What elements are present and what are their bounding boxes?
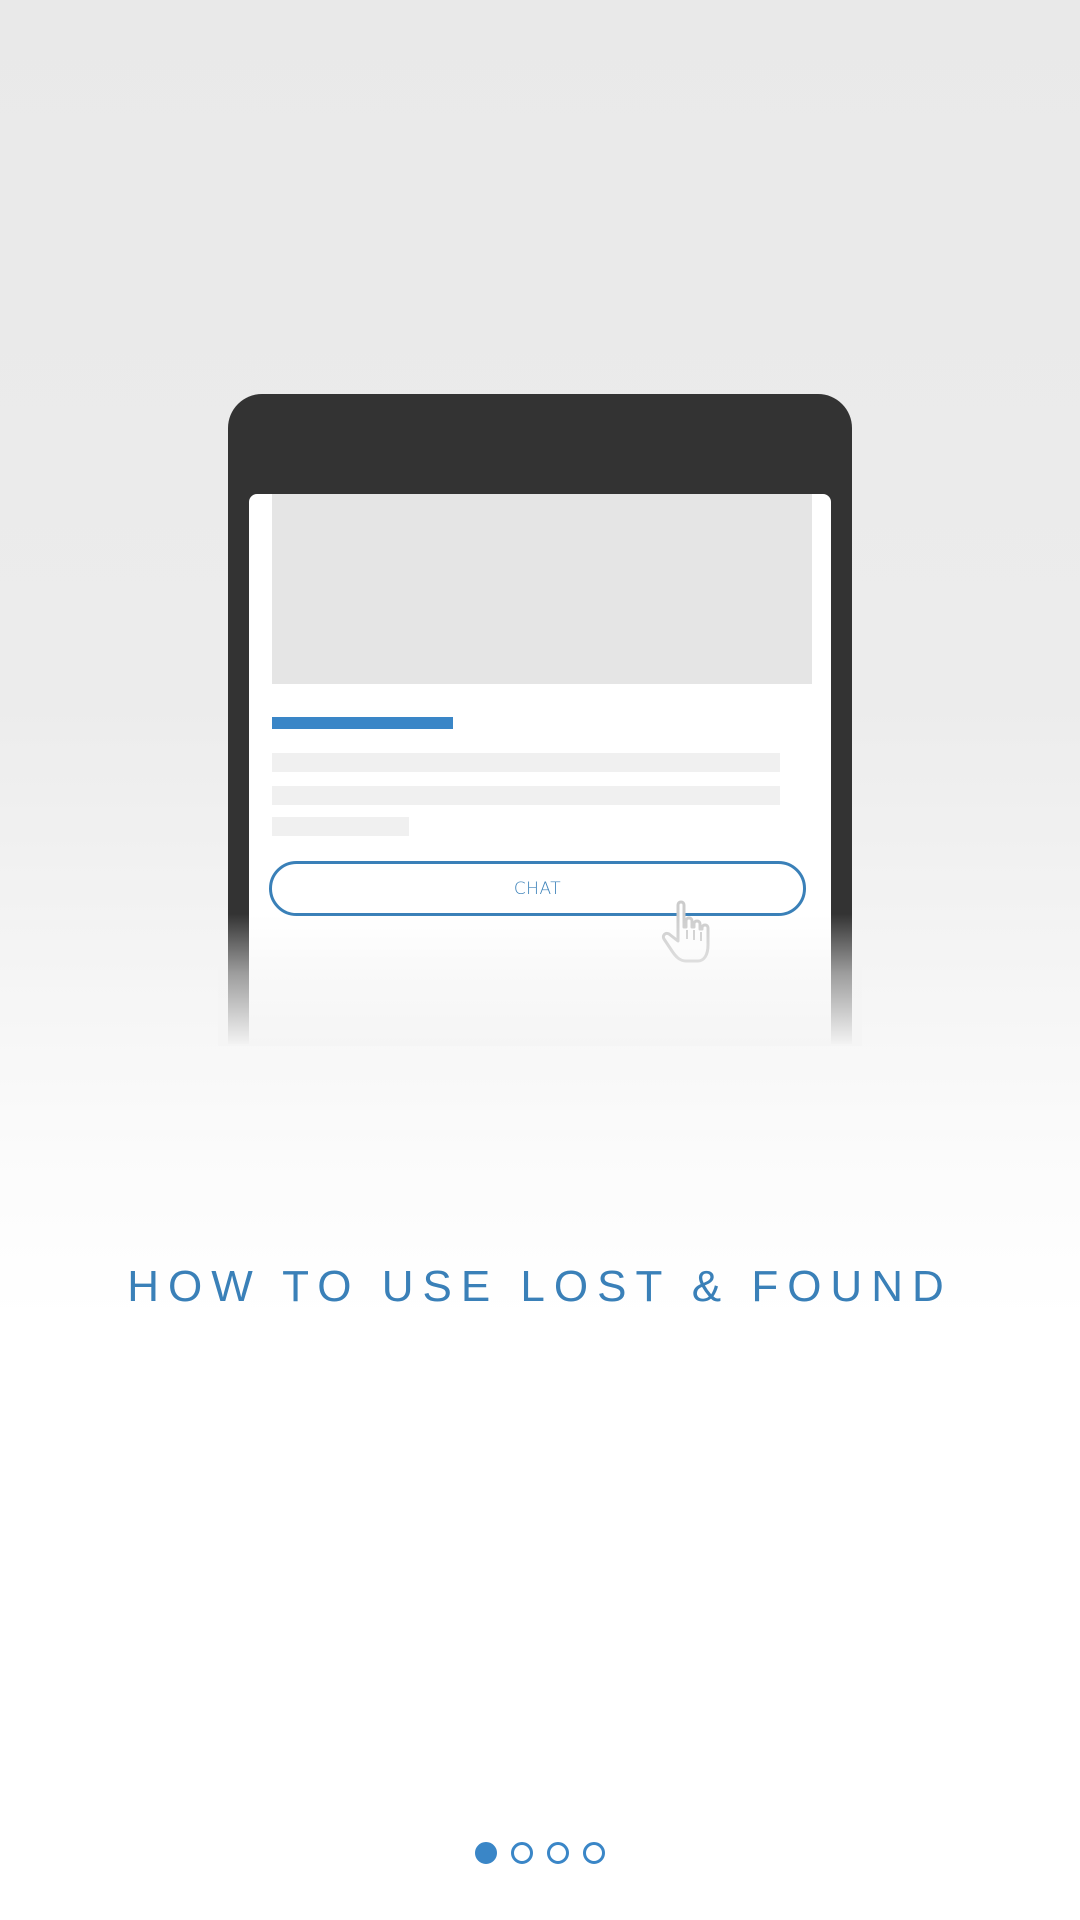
text-placeholder-line — [272, 817, 409, 836]
page-indicator[interactable] — [0, 1842, 1080, 1864]
phone-fade-overlay — [218, 914, 862, 1046]
text-placeholder-line — [272, 753, 780, 772]
phone-illustration: CHAT — [218, 394, 862, 1046]
page-dot-1[interactable] — [475, 1842, 497, 1864]
text-placeholder-line — [272, 786, 780, 805]
page-dot-3[interactable] — [547, 1842, 569, 1864]
page-title: HOW TO USE LOST & FOUND — [127, 1262, 953, 1311]
chat-button-label: CHAT — [513, 878, 562, 899]
image-placeholder — [272, 494, 812, 684]
title-placeholder-bar — [272, 717, 453, 729]
page-dot-2[interactable] — [511, 1842, 533, 1864]
chat-button: CHAT — [269, 861, 806, 916]
page-dot-4[interactable] — [583, 1842, 605, 1864]
